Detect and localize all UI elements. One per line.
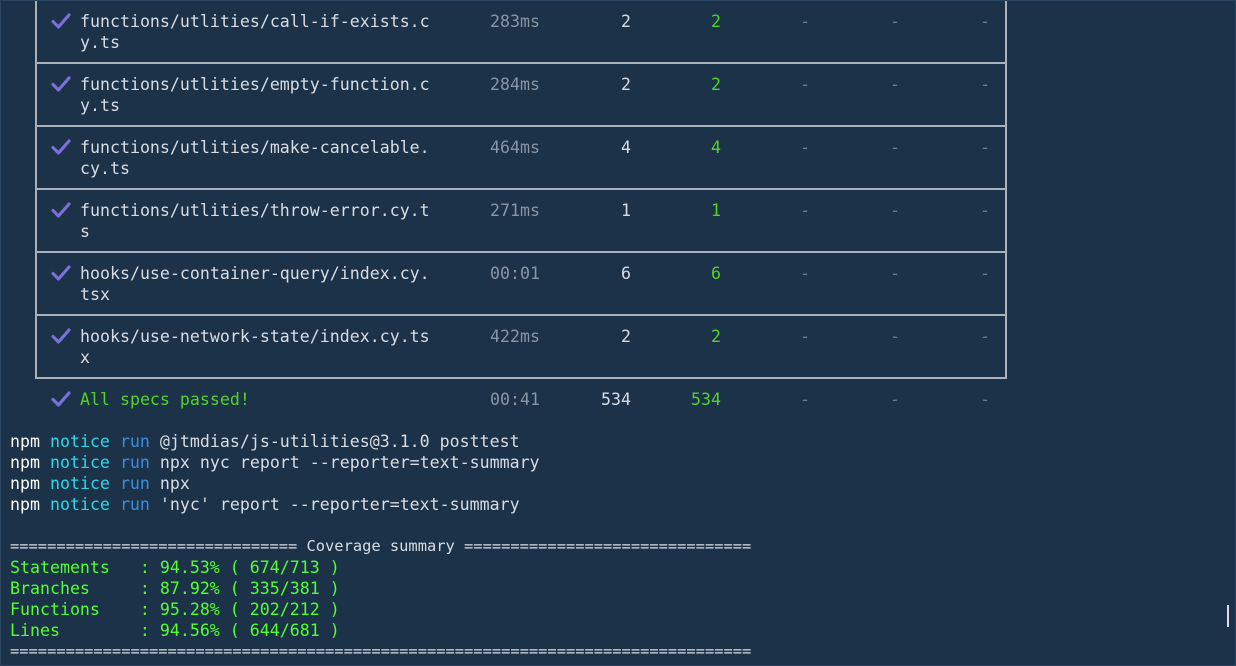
spec-duration: 284ms (490, 75, 540, 94)
coverage-row-functions: Functions : 95.28% ( 202/212 ) (10, 600, 340, 619)
spec-skipped-count: - (980, 201, 990, 220)
spec-failing-count: - (800, 264, 810, 283)
coverage-header: =============================== Coverage… (10, 537, 752, 555)
spec-skipped-count: - (980, 75, 990, 94)
checkmark-icon (51, 265, 73, 283)
spec-tests-count: 6 (621, 264, 631, 283)
spec-tests-count: 2 (621, 12, 631, 31)
spec-pending-count: - (890, 327, 900, 346)
spec-passing-count: 2 (711, 75, 721, 94)
total-skipped-count: - (980, 390, 990, 409)
npm-notice-line: npm notice run 'nyc' report --reporter=t… (10, 495, 520, 514)
total-passing-count: 534 (691, 390, 721, 409)
spec-skipped-count: - (980, 264, 990, 283)
spec-duration: 00:01 (490, 264, 540, 283)
spec-failing-count: - (800, 75, 810, 94)
all-specs-passed-label: All specs passed! (80, 390, 250, 409)
spec-duration: 271ms (490, 201, 540, 220)
table-bottom-border (35, 377, 1007, 379)
spec-passing-count: 2 (711, 12, 721, 31)
npm-notice-line: npm notice run @jtmdias/js-utilities@3.1… (10, 432, 520, 451)
spec-tests-count: 4 (621, 138, 631, 157)
spec-pending-count: - (890, 12, 900, 31)
npm-notice-line: npm notice run npx (10, 474, 190, 493)
spec-duration: 422ms (490, 327, 540, 346)
checkmark-icon (51, 202, 73, 220)
spec-passing-count: 4 (711, 138, 721, 157)
spec-skipped-count: - (980, 327, 990, 346)
checkmark-icon (51, 76, 73, 94)
spec-failing-count: - (800, 12, 810, 31)
spec-skipped-count: - (980, 12, 990, 31)
terminal-window[interactable]: functions/utlities/call-if-exists.c y.ts … (0, 0, 1236, 666)
spec-name: functions/utlities/make-cancelable. cy.ts (80, 138, 430, 178)
spec-name: functions/utlities/empty-function.c y.ts (80, 75, 430, 115)
total-pending-count: - (890, 390, 900, 409)
spec-pending-count: - (890, 201, 900, 220)
spec-tests-count: 2 (621, 327, 631, 346)
spec-failing-count: - (800, 201, 810, 220)
total-failing-count: - (800, 390, 810, 409)
spec-name: functions/utlities/call-if-exists.c y.ts (80, 12, 430, 52)
spec-failing-count: - (800, 327, 810, 346)
spec-passing-count: 6 (711, 264, 721, 283)
spec-duration: 464ms (490, 138, 540, 157)
checkmark-icon (51, 328, 73, 346)
spec-duration: 283ms (490, 12, 540, 31)
total-tests-count: 534 (601, 390, 631, 409)
spec-tests-count: 1 (621, 201, 631, 220)
spec-passing-count: 2 (711, 327, 721, 346)
coverage-footer: ========================================… (10, 642, 752, 660)
spec-pending-count: - (890, 75, 900, 94)
coverage-row-statements: Statements : 94.53% ( 674/713 ) (10, 558, 340, 577)
spec-pending-count: - (890, 264, 900, 283)
coverage-row-lines: Lines : 94.56% ( 644/681 ) (10, 621, 340, 640)
total-duration: 00:41 (490, 390, 540, 409)
spec-passing-count: 1 (711, 201, 721, 220)
spec-tests-count: 2 (621, 75, 631, 94)
spec-name: hooks/use-container-query/index.cy. tsx (80, 264, 430, 304)
spec-name: hooks/use-network-state/index.cy.ts x (80, 327, 430, 367)
checkmark-icon (51, 13, 73, 31)
checkmark-icon (51, 139, 73, 157)
spec-pending-count: - (890, 138, 900, 157)
spec-name: functions/utlities/throw-error.cy.t s (80, 201, 430, 241)
spec-failing-count: - (800, 138, 810, 157)
spec-skipped-count: - (980, 138, 990, 157)
checkmark-icon (51, 391, 73, 409)
npm-notice-line: npm notice run npx nyc report --reporter… (10, 453, 540, 472)
terminal-cursor (1227, 605, 1229, 627)
coverage-row-branches: Branches : 87.92% ( 335/381 ) (10, 579, 340, 598)
